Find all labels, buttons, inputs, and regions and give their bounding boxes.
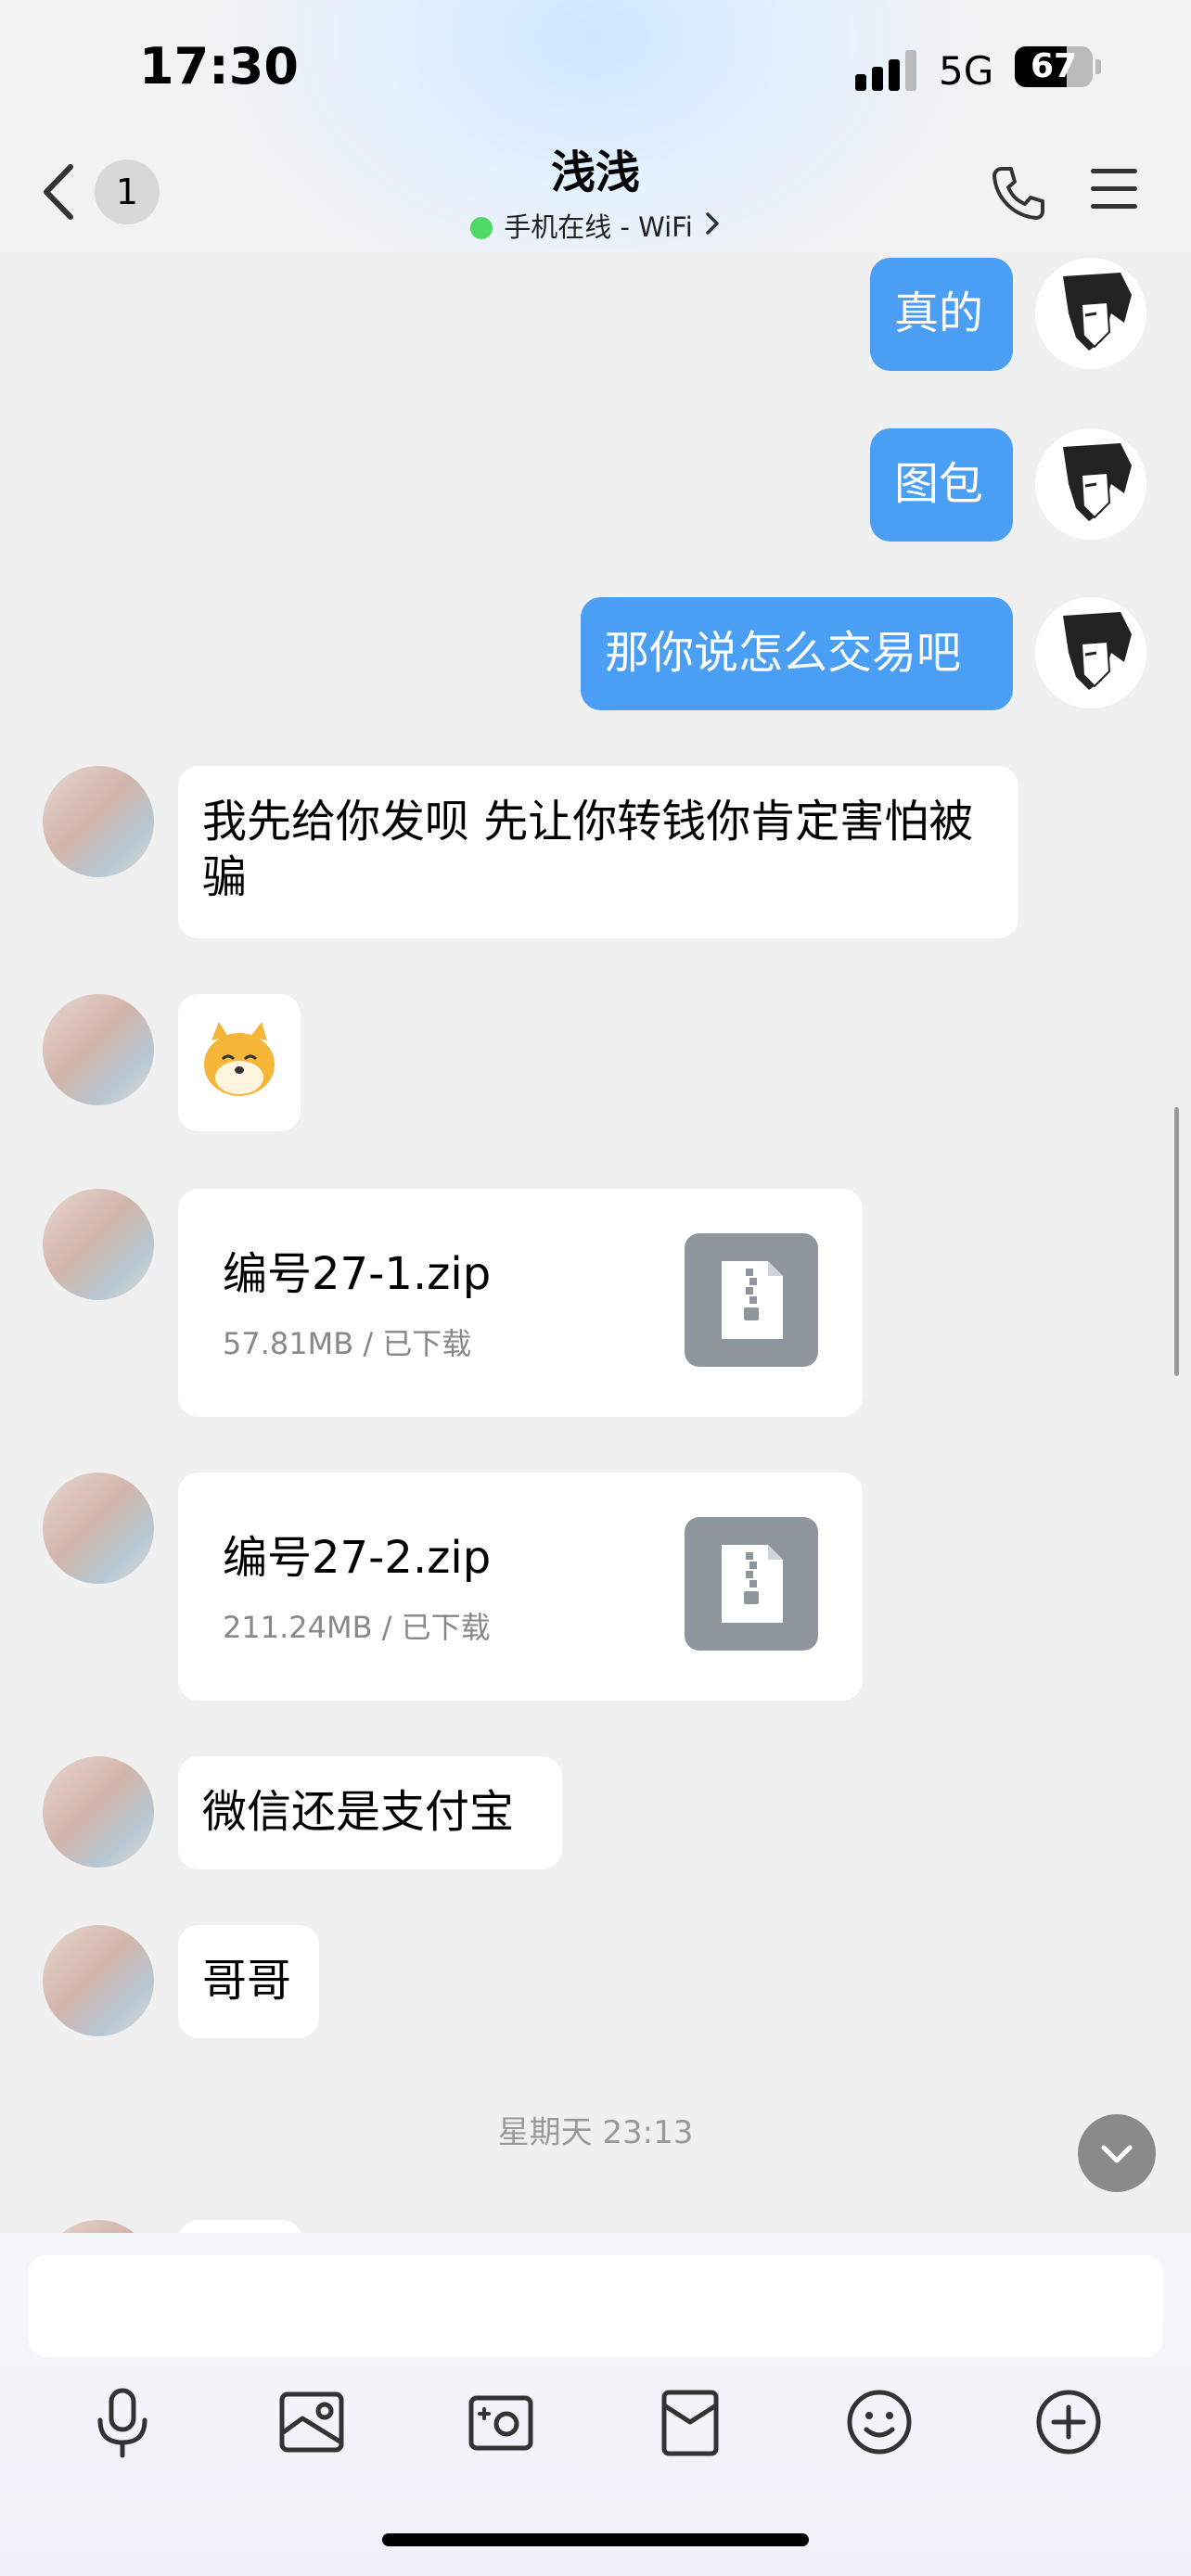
- contact-avatar[interactable]: [43, 994, 154, 1105]
- my-avatar[interactable]: [1035, 258, 1146, 369]
- more-menu-button[interactable]: [1091, 169, 1137, 215]
- contact-avatar[interactable]: [43, 1925, 154, 2036]
- my-avatar[interactable]: [1035, 428, 1146, 540]
- file-message-card[interactable]: 编号27-1.zip 57.81MB / 已下载: [178, 1189, 863, 1417]
- message-text: 图包: [894, 458, 984, 510]
- shiba-dog-sticker-icon: [204, 1022, 275, 1096]
- message-bubble-incoming[interactable]: 哥哥: [178, 1925, 319, 2038]
- contact-avatar[interactable]: [43, 1473, 154, 1584]
- scrollbar-thumb[interactable]: [1174, 1107, 1179, 1376]
- battery-percent: 67: [1030, 47, 1078, 85]
- status-time: 17:30: [139, 37, 299, 96]
- file-name: 编号27-2.zip: [223, 1532, 492, 1584]
- online-dot-icon: [470, 217, 493, 239]
- message-bubble-outgoing[interactable]: 真的: [870, 258, 1013, 371]
- message-bubble-incoming[interactable]: 我先给你发呗 先让你转钱你肯定害怕被骗: [178, 766, 1018, 938]
- emoji-icon: [847, 2390, 912, 2455]
- message-list[interactable]: 真的 图包 那你说怎么交易吧 我先给你发呗 先让你转钱你肯定害怕被骗 编号27-…: [0, 252, 1191, 2233]
- photo-button[interactable]: [275, 2385, 349, 2459]
- signal-icon: [855, 48, 920, 91]
- red-envelope-button[interactable]: [653, 2385, 727, 2459]
- camera-button[interactable]: [464, 2385, 538, 2459]
- message-text: 真的: [894, 287, 984, 339]
- emoji-button[interactable]: [842, 2385, 916, 2459]
- contact-avatar[interactable]: [43, 766, 154, 877]
- manga-avatar-icon: [1063, 612, 1132, 690]
- camera-icon: [468, 2395, 533, 2451]
- contact-avatar[interactable]: [43, 1756, 154, 1868]
- home-indicator[interactable]: [382, 2533, 809, 2546]
- message-bubble-outgoing[interactable]: 那你说怎么交易吧: [581, 597, 1013, 710]
- battery-icon: 67: [1015, 46, 1093, 87]
- message-text: 微信还是支付宝: [202, 1786, 515, 1838]
- zip-file-icon: [685, 1517, 818, 1651]
- manga-avatar-icon: [1063, 443, 1132, 521]
- image-icon: [279, 2391, 344, 2453]
- manga-avatar-icon: [1063, 273, 1132, 351]
- file-meta: 57.81MB / 已下载: [223, 1326, 472, 1361]
- file-message-card[interactable]: 编号27-2.zip 211.24MB / 已下载: [178, 1473, 863, 1701]
- message-bubble-incoming[interactable]: 微信还是支付宝: [178, 1756, 562, 1869]
- composer: [0, 2233, 1191, 2576]
- call-button[interactable]: [989, 163, 1048, 223]
- phone-icon: [992, 167, 1044, 220]
- more-actions-button[interactable]: [1031, 2385, 1106, 2459]
- contact-avatar[interactable]: [43, 1189, 154, 1300]
- file-name: 编号27-1.zip: [223, 1248, 492, 1300]
- file-meta: 211.24MB / 已下载: [223, 1610, 491, 1645]
- sticker-bubble[interactable]: [178, 994, 301, 1131]
- message-text: 我先给你发呗 先让你转钱你肯定害怕被骗: [202, 796, 974, 903]
- chevron-right-icon: [704, 210, 721, 243]
- plus-circle-icon: [1036, 2390, 1101, 2455]
- message-bubble-outgoing[interactable]: 图包: [870, 428, 1013, 542]
- battery-tip: [1095, 59, 1101, 74]
- chevron-down-icon: [1101, 2145, 1133, 2163]
- network-type: 5G: [939, 48, 994, 94]
- message-text: 那你说怎么交易吧: [605, 627, 962, 679]
- message-input[interactable]: [28, 2255, 1163, 2357]
- online-status: 手机在线 - WiFi: [504, 211, 693, 243]
- red-envelope-icon: [661, 2390, 719, 2456]
- my-avatar[interactable]: [1035, 597, 1146, 708]
- message-bubble-incoming[interactable]: [178, 2220, 302, 2233]
- scroll-to-bottom-button[interactable]: [1078, 2114, 1156, 2192]
- chat-header: 17:30 5G 67 1 浅浅 手机在线 - WiFi: [0, 0, 1191, 252]
- message-text: 哥哥: [202, 1955, 292, 2007]
- voice-button[interactable]: [85, 2385, 160, 2459]
- contact-avatar[interactable]: [43, 2220, 154, 2233]
- message-timestamp: 星期天 23:13: [497, 2114, 694, 2151]
- menu-icon: [1091, 169, 1137, 209]
- zip-file-icon: [685, 1233, 818, 1367]
- mic-icon: [97, 2388, 147, 2458]
